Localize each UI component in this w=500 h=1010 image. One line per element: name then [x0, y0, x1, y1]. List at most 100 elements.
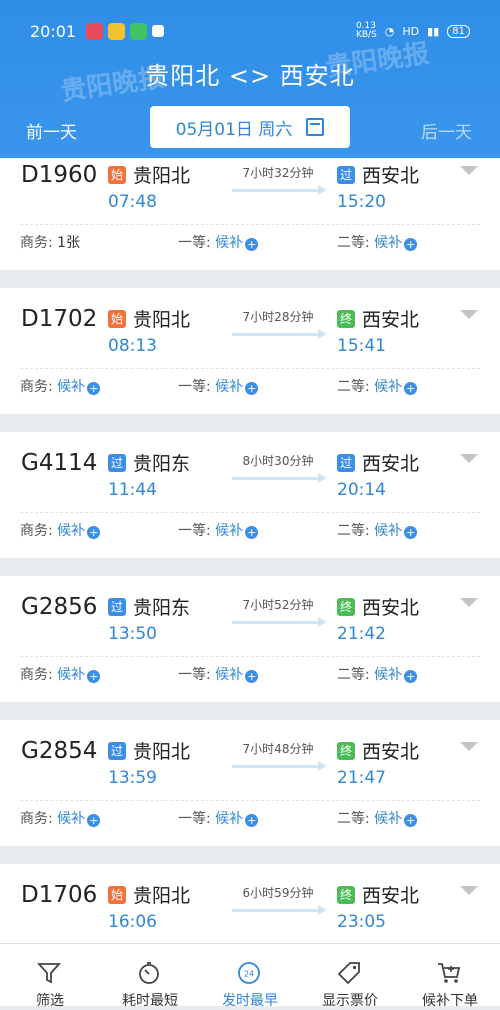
seat-availability[interactable]: 商务: 候补 + — [20, 376, 101, 396]
waitlist-add-icon[interactable]: + — [87, 382, 101, 395]
seat-availability[interactable]: 二等: 候补 + — [337, 664, 418, 684]
seat-class-label: 一等: — [178, 523, 211, 539]
seat-availability[interactable]: 二等: 候补 + — [337, 232, 418, 252]
tab-price-tag[interactable]: 显示票价 — [300, 944, 400, 1009]
waitlist-add-icon[interactable]: + — [87, 814, 101, 827]
destination-station: 西安北 — [362, 597, 420, 619]
clock-24-icon: 24 — [236, 960, 262, 986]
seat-status: 1张 — [57, 235, 81, 251]
seat-availability[interactable]: 一等: 候补 + — [178, 376, 259, 396]
seat-status: 候补 — [215, 811, 244, 827]
waitlist-add-icon[interactable]: + — [404, 382, 418, 395]
waitlist-add-icon[interactable]: + — [245, 670, 259, 683]
waitlist-add-icon[interactable]: + — [245, 382, 259, 395]
waitlist-add-icon[interactable]: + — [87, 526, 101, 539]
origin-station: 贵阳北 — [133, 741, 191, 763]
seat-class-label: 二等: — [337, 235, 370, 251]
hd-label: HD — [402, 24, 420, 38]
system-indicators: 0.13 KB/S ◔ HD ▮▮ 81 — [356, 22, 470, 40]
travel-duration: 7小时48分钟 — [242, 742, 314, 756]
waitlist-add-icon[interactable]: + — [404, 670, 418, 683]
origin-station: 贵阳北 — [133, 309, 191, 331]
train-card[interactable]: D1702 始贵阳北 08:13 7小时28分钟终西安北 15:41 商务: 候补 + 一等:… — [0, 288, 500, 414]
origin-badge: 过 — [108, 454, 126, 472]
seat-class-label: 商务: — [20, 811, 53, 827]
seat-class-label: 二等: — [337, 523, 370, 539]
seat-availability[interactable]: 一等: 候补 + — [178, 232, 259, 252]
chevron-down-icon[interactable] — [460, 742, 478, 751]
waitlist-add-icon[interactable]: + — [245, 526, 259, 539]
waitlist-add-icon[interactable]: + — [404, 526, 418, 539]
chevron-down-icon[interactable] — [460, 886, 478, 895]
seat-availability[interactable]: 一等: 候补 + — [178, 664, 259, 684]
chevron-down-icon[interactable] — [460, 310, 478, 319]
tab-filter[interactable]: 筛选 — [0, 944, 100, 1009]
train-number: G4114 — [21, 450, 98, 476]
waitlist-add-icon[interactable]: + — [245, 238, 259, 251]
departure-time: 16:06 — [108, 912, 157, 932]
seat-class-label: 一等: — [178, 811, 211, 827]
origin-station: 贵阳北 — [133, 165, 191, 187]
train-card[interactable]: G2854 过贵阳北 13:59 7小时48分钟终西安北 21:47 商务: 候补 + 一等:… — [0, 720, 500, 846]
train-card[interactable]: G4114 过贵阳东 11:44 8小时30分钟过西安北 20:14 商务: 候补 + 一等:… — [0, 432, 500, 558]
duration-arrow — [232, 905, 326, 915]
card-divider — [20, 224, 480, 225]
duration-arrow — [232, 185, 326, 195]
seat-class-label: 商务: — [20, 523, 53, 539]
departure-time: 07:48 — [108, 192, 157, 212]
seat-availability[interactable]: 二等: 候补 + — [337, 520, 418, 540]
seat-availability[interactable]: 二等: 候补 + — [337, 376, 418, 396]
arrival-time: 23:05 — [337, 912, 386, 932]
destination-badge: 过 — [337, 454, 355, 472]
waitlist-add-icon[interactable]: + — [87, 670, 101, 683]
date-picker[interactable]: 05月01日 周六 — [150, 106, 350, 148]
travel-duration: 7小时32分钟 — [242, 166, 314, 180]
prev-day-button[interactable]: 前一天 — [26, 118, 77, 143]
train-card[interactable]: D1960 始贵阳北 07:48 7小时32分钟 过西安北 15:20 商务: 1张 一等: … — [0, 158, 500, 270]
chevron-down-icon[interactable] — [460, 454, 478, 463]
departure-time: 11:44 — [108, 480, 157, 500]
train-card[interactable]: G2856 过贵阳东 13:50 7小时52分钟终西安北 21:42 商务: 候补 + 一等:… — [0, 576, 500, 702]
duration-arrow — [232, 473, 326, 483]
header: 20:01 0.13 KB/S ◔ HD ▮▮ 81 贵阳北 <> 西安北 贵阳… — [0, 0, 500, 158]
travel-duration: 6小时59分钟 — [242, 886, 314, 900]
calendar-icon — [306, 118, 325, 136]
destination-station: 西安北 — [362, 453, 420, 475]
travel-duration: 7小时52分钟 — [242, 598, 314, 612]
chevron-down-icon[interactable] — [460, 598, 478, 607]
seat-availability[interactable]: 二等: 候补 + — [337, 808, 418, 828]
seat-availability[interactable]: 商务: 候补 + — [20, 520, 101, 540]
status-time: 20:01 — [30, 21, 77, 41]
tab-label: 耗时最短 — [122, 993, 178, 1009]
seat-class-label: 一等: — [178, 235, 211, 251]
seat-status: 候补 — [57, 523, 86, 539]
destination-badge: 过 — [337, 166, 355, 184]
svg-text:24: 24 — [244, 970, 254, 979]
seat-availability[interactable]: 一等: 候补 + — [178, 808, 259, 828]
seat-status: 候补 — [374, 379, 403, 395]
waitlist-add-icon[interactable]: + — [404, 814, 418, 827]
destination-station: 西安北 — [362, 309, 420, 331]
filter-icon — [36, 960, 62, 986]
seat-availability[interactable]: 商务: 候补 + — [20, 808, 101, 828]
chevron-down-icon[interactable] — [460, 166, 478, 175]
tab-clock-24[interactable]: 24 发时最早 — [200, 944, 300, 1009]
card-divider — [20, 512, 480, 513]
seat-status: 候补 — [57, 379, 86, 395]
destination-badge: 终 — [337, 598, 355, 616]
wifi-icon: ◔ — [384, 24, 395, 38]
waitlist-add-icon[interactable]: + — [245, 814, 259, 827]
seat-availability[interactable]: 一等: 候补 + — [178, 520, 259, 540]
destination-station: 西安北 — [362, 741, 420, 763]
tab-cart[interactable]: 候补下单 — [400, 944, 500, 1009]
next-day-button[interactable]: 后一天 — [421, 118, 472, 143]
price-tag-icon — [336, 960, 362, 986]
waitlist-add-icon[interactable]: + — [404, 238, 418, 251]
tab-label: 候补下单 — [422, 993, 478, 1009]
train-card[interactable]: D1706 始贵阳北 16:06 6小时59分钟 终西安北 23:05 — [0, 864, 500, 943]
card-divider — [20, 656, 480, 657]
tab-stopwatch[interactable]: 耗时最短 — [100, 944, 200, 1009]
seat-availability[interactable]: 商务: 候补 + — [20, 664, 101, 684]
seat-class-label: 一等: — [178, 667, 211, 683]
battery-level: 81 — [447, 24, 470, 38]
